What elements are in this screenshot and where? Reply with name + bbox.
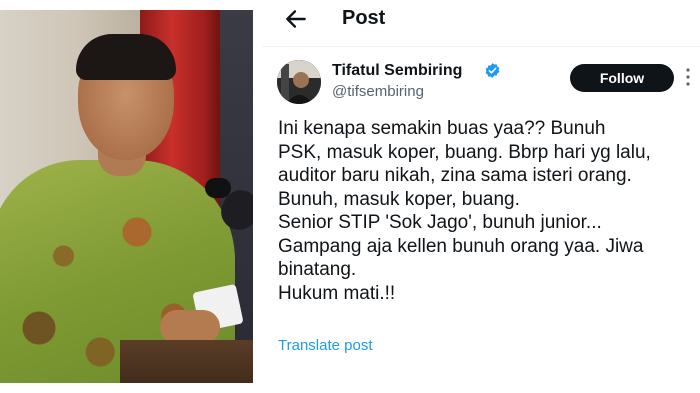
post-text-line: binatang. [278, 259, 357, 280]
translate-post-link[interactable]: Translate post [278, 337, 373, 354]
photo-podium [120, 340, 253, 383]
post-text-line: Hukum mati.!! [278, 282, 396, 304]
more-vertical-icon[interactable] [683, 66, 693, 88]
verified-badge-icon [485, 63, 500, 78]
post-text: Ini kenapa semakin buas yaa?? Bunuh PSK,… [278, 117, 693, 305]
photo-hand [160, 310, 220, 344]
post-text-line: auditor baru nikah, zina sama isteri ora… [278, 165, 632, 186]
photo-hair [76, 34, 176, 80]
back-arrow-icon[interactable] [283, 6, 309, 32]
avatar-image [277, 60, 321, 104]
post-text-line: Gampang aja kellen bunuh orang yaa. Jiwa [278, 235, 644, 257]
page-title: Post [342, 7, 386, 29]
post-text-line: Ini kenapa semakin buas yaa?? Bunuh [278, 118, 606, 139]
follow-button[interactable]: Follow [570, 64, 674, 92]
author-handle[interactable]: @tifsembiring [332, 83, 424, 101]
post-text-line: Bunuh, masuk koper, buang. [278, 188, 520, 210]
avatar[interactable] [277, 60, 321, 104]
author-name[interactable]: Tifatul Sembiring [332, 61, 462, 81]
post-text-line: Senior STIP 'Sok Jago', bunuh junior... [278, 212, 602, 233]
header-divider [262, 46, 700, 47]
post-text-line: PSK, masuk koper, buang. Bbrp hari yg la… [278, 141, 651, 163]
speaker-photo [0, 10, 253, 383]
